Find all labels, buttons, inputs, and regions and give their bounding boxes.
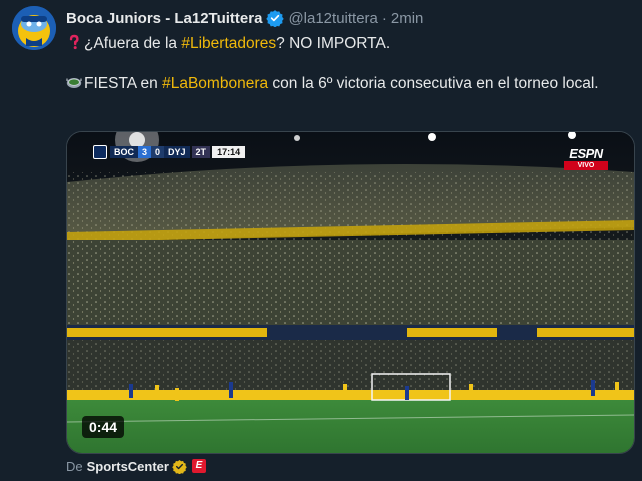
video-player[interactable]: BOC 3 0 DYJ 2T 17:14 ESPN VIVO 0:44 (66, 131, 635, 454)
home-team: BOC (110, 146, 138, 158)
avatar[interactable] (12, 6, 56, 50)
gold-verified-badge-icon (172, 459, 187, 474)
tweet-line-2-text: FIESTA en (84, 75, 163, 92)
author-name[interactable]: Boca Juniors - La12Tuittera (66, 10, 262, 27)
source-name[interactable]: SportsCenter (87, 459, 169, 474)
red-question-mark-icon (69, 34, 79, 50)
sportscenter-logo-icon: E (191, 459, 206, 473)
video-duration[interactable]: 0:44 (82, 416, 125, 438)
tweet-line-1-text: ¿Afuera de la (84, 35, 182, 52)
timestamp[interactable]: 2min (391, 10, 424, 27)
hashtag-labombonera[interactable]: #LaBombonera (162, 75, 268, 92)
stadium-video-frame (67, 132, 634, 453)
match-half: 2T (191, 146, 211, 158)
tweet-header: Boca Juniors - La12Tuittera @la12tuitter… (66, 8, 423, 28)
video-source: De SportsCenter E (66, 458, 206, 474)
league-logo-icon (93, 145, 107, 159)
away-team: DYJ (164, 146, 190, 158)
live-label: VIVO (564, 161, 608, 170)
tweet-text: ¿Afuera de la #Libertadores? NO IMPORTA.… (66, 34, 631, 94)
author-handle[interactable]: @la12tuittera (288, 10, 377, 27)
tweet[interactable]: Boca Juniors - La12Tuittera @la12tuitter… (0, 0, 642, 481)
tweet-line-2-end: con la 6º victoria consecutiva en el tor… (268, 75, 599, 92)
verified-badge-icon (266, 10, 285, 27)
tweet-line-1: ¿Afuera de la #Libertadores? NO IMPORTA. (66, 34, 631, 54)
scorebug: BOC 3 0 DYJ 2T 17:14 (93, 145, 246, 159)
espn-wordmark: ESPN (569, 146, 603, 161)
source-prefix: De (66, 458, 83, 474)
match-clock: 17:14 (212, 146, 246, 158)
separator-dot: · (381, 9, 387, 27)
hashtag-libertadores[interactable]: #Libertadores (181, 35, 276, 52)
broadcaster-logo: ESPN VIVO (564, 147, 608, 170)
away-score: 0 (151, 146, 165, 158)
tweet-line-2: FIESTA en #LaBombonera con la 6º victori… (66, 74, 631, 94)
stadium-icon (66, 78, 82, 88)
tweet-line-1-end: ? NO IMPORTA. (276, 35, 391, 52)
home-score: 3 (138, 146, 152, 158)
